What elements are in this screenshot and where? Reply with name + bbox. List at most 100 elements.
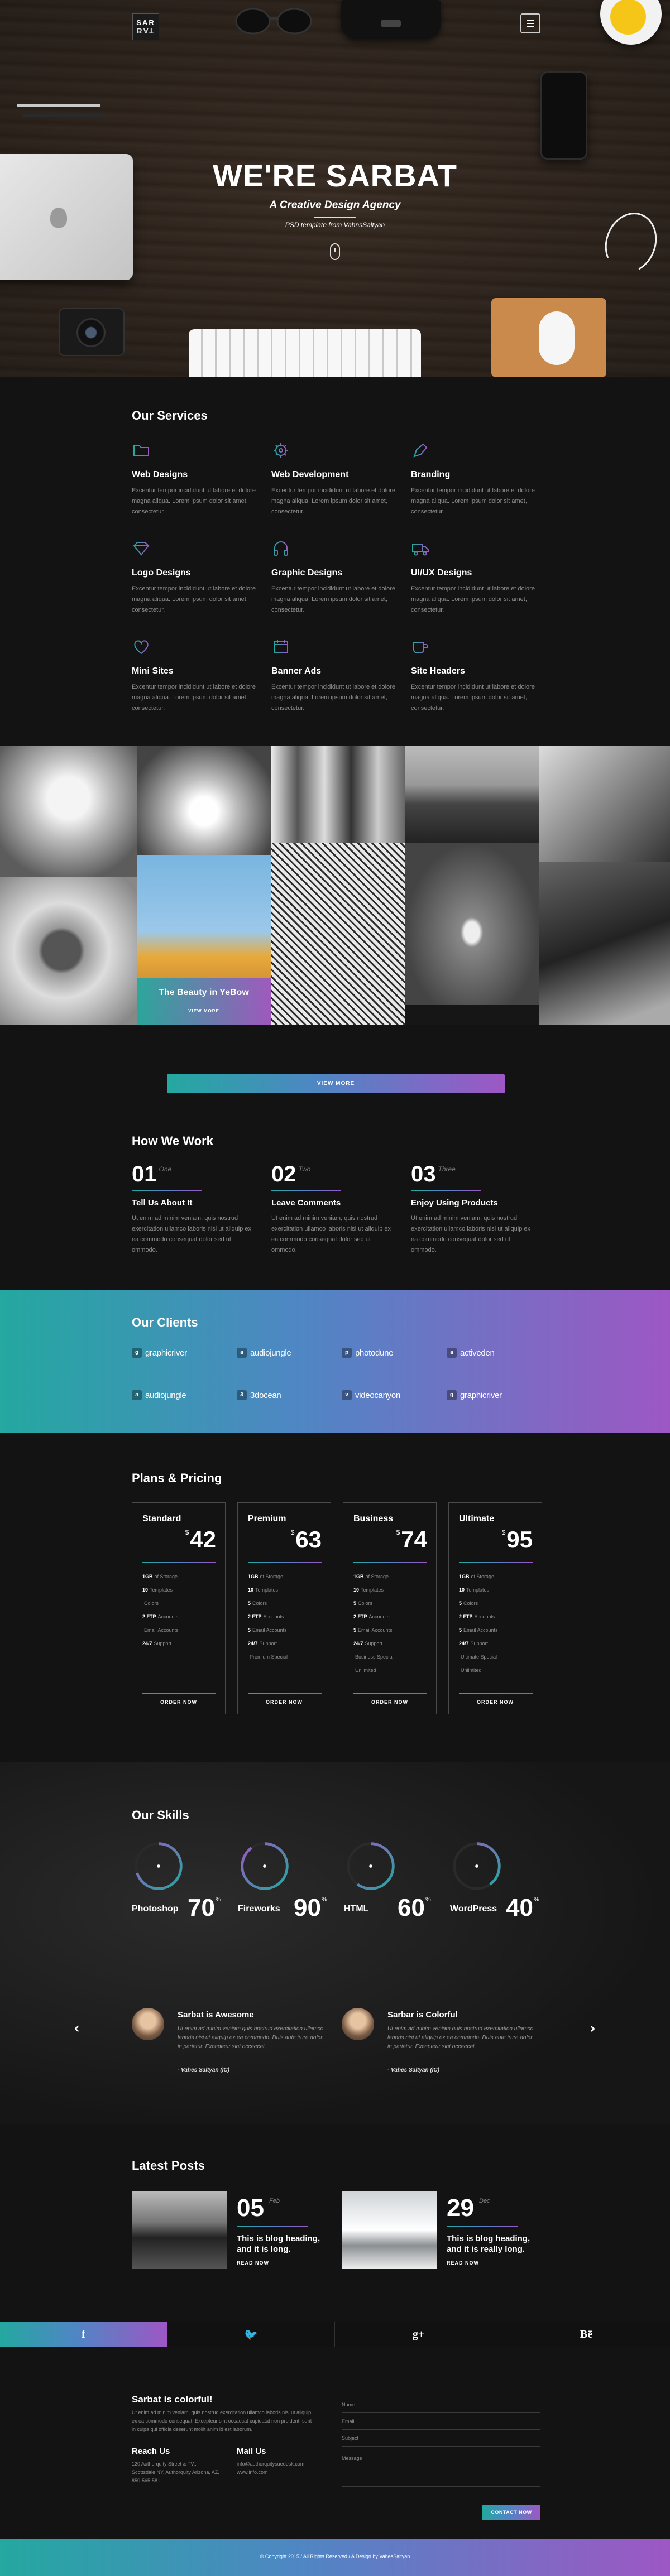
post-title[interactable]: This is blog heading, and it is long.: [237, 2233, 332, 2255]
avatar: [342, 2008, 374, 2040]
next-arrow-icon[interactable]: ›: [590, 2020, 596, 2037]
order-now-button[interactable]: ORDER NOW: [343, 1699, 436, 1705]
step-divider: [132, 1190, 202, 1191]
service-name: Mini Sites: [132, 666, 174, 676]
message-field[interactable]: Message: [342, 2453, 540, 2487]
view-more-button[interactable]: VIEW MORE: [167, 1074, 505, 1093]
percent-sign: %: [533, 1896, 539, 1903]
post-card[interactable]: 05 Feb This is blog heading, and it is l…: [132, 2191, 333, 2269]
gallery-image[interactable]: [137, 746, 271, 855]
prev-arrow-icon[interactable]: ‹: [74, 2020, 80, 2037]
post-day: 29: [447, 2194, 474, 2222]
plan-name: Ultimate: [459, 1514, 495, 1524]
step-item: 02 Two Leave Comments Ut enim ad minim ve…: [271, 1162, 411, 1256]
menu-button[interactable]: [520, 13, 540, 33]
service-item: Banner Ads Excentur tempor incididunt ut…: [271, 637, 411, 715]
plan-feature-label: Support: [365, 1641, 383, 1646]
coffee-cup-image: [600, 0, 662, 45]
service-desc: Excentur tempor incididunt ut labore et …: [132, 487, 256, 515]
service-name: Banner Ads: [271, 666, 322, 676]
skills-list: Photoshop 70% Fireworks 90% HTML 60% WordPr…: [132, 1839, 556, 1923]
read-more-link[interactable]: READ NOW: [237, 2260, 269, 2266]
step-desc: Ut enim ad minim veniam, quis nostrud ex…: [271, 1215, 391, 1253]
service-item: Site Headers Excentur tempor incididunt …: [411, 637, 545, 715]
scroll-down-icon[interactable]: [330, 243, 340, 260]
glasses-case-image: [341, 0, 441, 39]
client-logo-photodune[interactable]: p photodune: [342, 1348, 447, 1358]
service-name: Web Development: [271, 470, 349, 479]
plan-divider: [459, 1562, 533, 1563]
facebook-icon[interactable]: f: [0, 2322, 168, 2347]
mail-us-text[interactable]: info@authorquitysuedesk.com www.info.com: [237, 2460, 326, 2477]
service-item: Mini Sites Excentur tempor incididunt ut…: [132, 637, 271, 715]
copyright-text: © Copyright 2015 / All Rights Reserved /…: [260, 2554, 410, 2559]
client-logo-activeden[interactable]: a activeden: [447, 1348, 551, 1358]
service-name: Logo Designs: [132, 568, 191, 578]
email-field[interactable]: Email: [342, 2416, 540, 2430]
graphicriver-icon: g: [132, 1348, 142, 1358]
read-more-link[interactable]: READ NOW: [447, 2260, 479, 2266]
google-plus-icon[interactable]: g+: [335, 2322, 502, 2347]
sunglasses-image: [235, 8, 312, 35]
client-logo-videocanyon[interactable]: v videocanyon: [342, 1390, 447, 1400]
gallery-image[interactable]: [405, 843, 539, 1005]
skill-percent: 60: [398, 1894, 425, 1921]
order-now-button[interactable]: ORDER NOW: [449, 1699, 542, 1705]
order-now-button[interactable]: ORDER NOW: [132, 1699, 225, 1705]
service-item: Graphic Designs Excentur tempor incididu…: [271, 539, 411, 617]
subject-field[interactable]: Subject: [342, 2433, 540, 2447]
testimonial-quote: Ut enim ad minim veniam quis nostrud exe…: [387, 2026, 534, 2050]
plan-card: Ultimate $95 1GB of Storage 10 Templates 5 Colo…: [448, 1502, 542, 1714]
pricing-plans: Standard $42 1GB of Storage 10 Templates Color…: [132, 1502, 542, 1714]
contact-now-button[interactable]: CONTACT NOW: [482, 2505, 540, 2520]
client-logo-graphicriver[interactable]: g graphicriver: [132, 1348, 237, 1358]
client-logos: g graphicriver a audiojungle p photodune aa…: [132, 1348, 551, 1400]
plan-feature-label: of Storage: [471, 1574, 495, 1579]
plan-feature-label: Templates: [361, 1587, 384, 1593]
gallery-image[interactable]: [271, 843, 405, 1025]
plan-feature: Ultimate Special: [459, 1650, 498, 1664]
videocanyon-icon: v: [342, 1390, 352, 1400]
plan-feature: 10 Templates: [353, 1583, 394, 1597]
client-name: photodune: [355, 1348, 394, 1358]
plan-feature-value: 5: [248, 1627, 251, 1633]
post-image[interactable]: [342, 2191, 437, 2269]
plan-feature-value: 24/7: [142, 1641, 152, 1646]
plan-feature: 24/7 Support: [248, 1637, 288, 1650]
field-label: Message: [342, 2455, 362, 2461]
client-logo-graphicriver[interactable]: g graphicriver: [447, 1390, 551, 1400]
name-field[interactable]: Name: [342, 2400, 540, 2413]
step-divider: [411, 1190, 481, 1191]
gallery-image-featured[interactable]: The Beauty in YeBow VIEW MORE: [137, 855, 271, 1025]
plan-feature-value: 5: [459, 1627, 462, 1633]
behance-icon[interactable]: Bē: [502, 2322, 670, 2347]
gallery-image[interactable]: [539, 746, 670, 862]
post-image[interactable]: [132, 2191, 227, 2269]
post-card[interactable]: 29 Dec This is blog heading, and it is r…: [342, 2191, 543, 2269]
plan-price: $42: [185, 1526, 216, 1553]
plan-feature-label: Email Accounts: [252, 1627, 287, 1633]
gallery-view-more-button[interactable]: VIEW MORE: [184, 1006, 224, 1013]
plan-feature: 5 Colors: [248, 1597, 288, 1610]
phone-image: [540, 71, 587, 160]
twitter-icon[interactable]: 🐦: [168, 2322, 335, 2347]
gallery-image[interactable]: [405, 746, 539, 843]
gallery-image[interactable]: [539, 862, 670, 1025]
order-now-button[interactable]: ORDER NOW: [238, 1699, 331, 1705]
client-logo-audiojungle[interactable]: a audiojungle: [237, 1348, 342, 1358]
client-logo-3docean[interactable]: 3 3docean: [237, 1390, 342, 1400]
plan-feature-value: 1GB: [353, 1574, 364, 1579]
skill-value: 40%: [506, 1894, 539, 1922]
gallery-image[interactable]: [271, 746, 405, 843]
post-title[interactable]: This is blog heading, and it is really l…: [447, 2233, 542, 2255]
logo[interactable]: SAR BAT: [132, 13, 159, 40]
plan-feature-label: Unlimited: [461, 1667, 482, 1673]
gallery-image[interactable]: [0, 746, 137, 877]
skill-ring: [135, 1842, 183, 1890]
client-logo-audiojungle[interactable]: a audiojungle: [132, 1390, 237, 1400]
post-day: 05: [237, 2194, 264, 2222]
calendar-icon: [271, 637, 290, 656]
gallery-image[interactable]: [0, 877, 137, 1025]
hero-text: WE'RE SARBAT A Creative Design Agency PS…: [0, 157, 670, 260]
menu-bar: [527, 23, 534, 24]
